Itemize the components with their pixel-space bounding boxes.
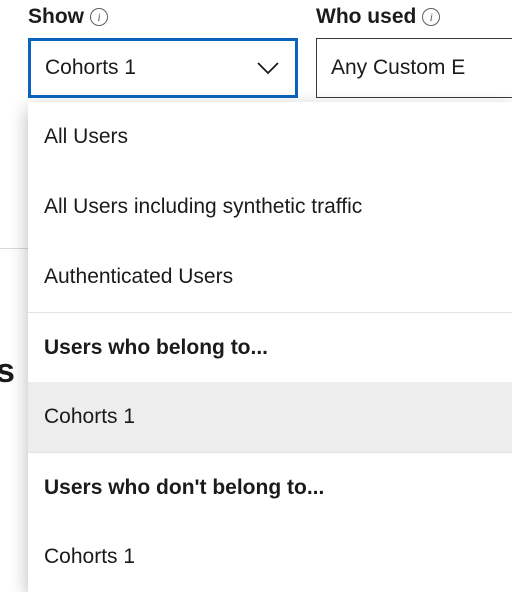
dropdown-item-label: Authenticated Users xyxy=(44,265,233,289)
chevron-down-icon xyxy=(257,61,279,75)
dropdown-item-label: All Users xyxy=(44,125,128,149)
dropdown-option-all-users-synthetic[interactable]: All Users including synthetic traffic xyxy=(28,172,512,242)
show-select[interactable]: Cohorts 1 xyxy=(28,38,298,98)
who-used-select-value: Any Custom E xyxy=(331,56,465,80)
show-select-value: Cohorts 1 xyxy=(45,56,136,80)
dropdown-item-label: Users who don't belong to... xyxy=(44,476,324,500)
who-used-label: Who used xyxy=(316,5,416,29)
dropdown-option-authenticated-users[interactable]: Authenticated Users xyxy=(28,242,512,312)
show-dropdown: All Users All Users including synthetic … xyxy=(28,102,512,592)
who-used-select[interactable]: Any Custom E xyxy=(316,38,512,98)
truncated-text: s xyxy=(0,352,15,391)
dropdown-option-all-users[interactable]: All Users xyxy=(28,102,512,172)
dropdown-option-cohorts-1-exclude[interactable]: Cohorts 1 xyxy=(28,522,512,592)
info-icon[interactable]: i xyxy=(422,8,440,26)
dropdown-header-not-belong: Users who don't belong to... xyxy=(28,452,512,522)
dropdown-option-cohorts-1[interactable]: Cohorts 1 xyxy=(28,382,512,452)
show-label: Show xyxy=(28,5,84,29)
dropdown-item-label: Users who belong to... xyxy=(44,336,268,360)
dropdown-item-label: All Users including synthetic traffic xyxy=(44,195,362,219)
info-icon[interactable]: i xyxy=(90,8,108,26)
dropdown-item-label: Cohorts 1 xyxy=(44,545,135,569)
dropdown-item-label: Cohorts 1 xyxy=(44,405,135,429)
dropdown-header-belong: Users who belong to... xyxy=(28,312,512,382)
